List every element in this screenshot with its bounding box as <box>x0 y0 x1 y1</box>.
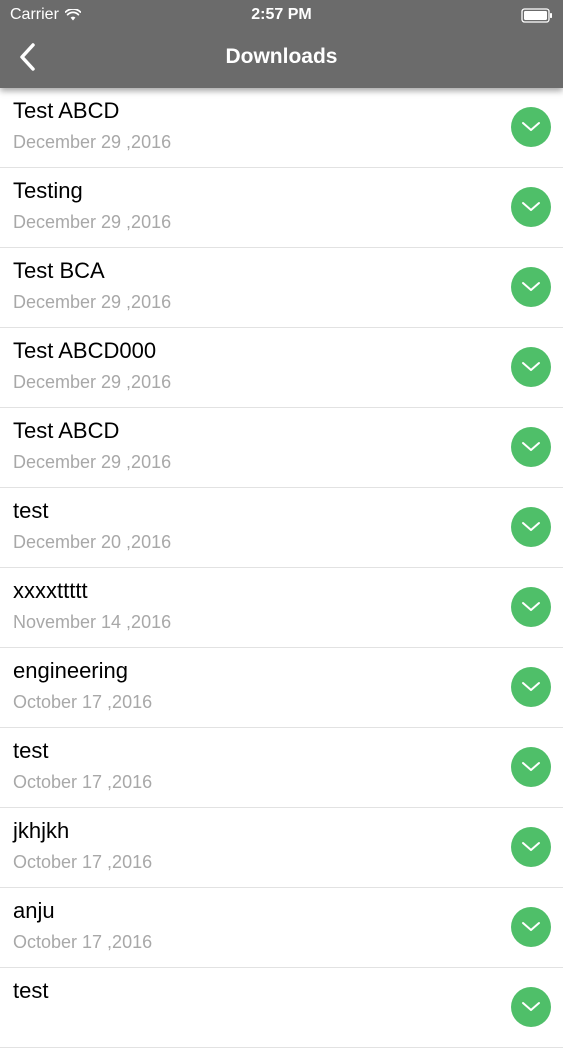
chevron-down-icon <box>520 200 542 214</box>
item-title: test <box>13 498 49 523</box>
status-check-button[interactable] <box>511 667 551 707</box>
chevron-down-icon <box>520 920 542 934</box>
navigation-header: Carrier 2:57 PM Downloads <box>0 0 563 88</box>
item-date: November 14 ,2016 <box>13 612 172 632</box>
chevron-down-icon <box>520 680 542 694</box>
list-item[interactable]: Testing December 29 ,2016 <box>0 168 563 248</box>
item-date: October 17 ,2016 <box>13 692 153 712</box>
status-check-button[interactable] <box>511 907 551 947</box>
chevron-down-icon <box>520 760 542 774</box>
chevron-down-icon <box>520 120 542 134</box>
chevron-down-icon <box>520 1000 542 1014</box>
list-item[interactable]: Test ABCD December 29 ,2016 <box>0 408 563 488</box>
status-check-button[interactable] <box>511 107 551 147</box>
status-bar: Carrier 2:57 PM <box>0 0 563 30</box>
item-title: engineering <box>13 658 128 683</box>
list-item[interactable]: Test ABCD December 29 ,2016 <box>0 88 563 168</box>
item-title: xxxxttttt <box>13 578 88 603</box>
list-item[interactable]: engineering October 17 ,2016 <box>0 648 563 728</box>
item-title: Test ABCD000 <box>13 338 157 363</box>
list-item[interactable]: Test ABCD000 December 29 ,2016 <box>0 328 563 408</box>
item-date: December 29 ,2016 <box>13 292 172 312</box>
status-check-button[interactable] <box>511 187 551 227</box>
item-date: October 17 ,2016 <box>13 852 153 872</box>
status-check-button[interactable] <box>511 427 551 467</box>
item-date: December 29 ,2016 <box>13 132 172 152</box>
battery-icon <box>521 8 553 23</box>
item-title: Test ABCD <box>13 98 120 123</box>
downloads-list: Test ABCD December 29 ,2016 Testing Dece… <box>0 88 563 1048</box>
list-item[interactable]: xxxxttttt November 14 ,2016 <box>0 568 563 648</box>
item-date: December 29 ,2016 <box>13 372 172 392</box>
status-check-button[interactable] <box>511 747 551 787</box>
item-title: Test ABCD <box>13 418 120 443</box>
status-check-button[interactable] <box>511 507 551 547</box>
item-title: test <box>13 738 49 763</box>
status-check-button[interactable] <box>511 347 551 387</box>
item-title: Testing <box>13 178 83 203</box>
chevron-down-icon <box>520 840 542 854</box>
status-time: 2:57 PM <box>251 6 312 23</box>
item-date: December 29 ,2016 <box>13 212 172 232</box>
chevron-down-icon <box>520 440 542 454</box>
list-item[interactable]: test <box>0 968 563 1048</box>
list-item[interactable]: test December 20 ,2016 <box>0 488 563 568</box>
page-title: Downloads <box>225 45 338 68</box>
list-item[interactable]: jkhjkh October 17 ,2016 <box>0 808 563 888</box>
status-check-button[interactable] <box>511 587 551 627</box>
item-date: October 17 ,2016 <box>13 932 153 952</box>
chevron-down-icon <box>520 600 542 614</box>
item-date: October 17 ,2016 <box>13 772 153 792</box>
item-title: jkhjkh <box>13 818 70 843</box>
item-title: Test BCA <box>13 258 105 283</box>
chevron-down-icon <box>520 360 542 374</box>
item-title: anju <box>13 898 55 923</box>
chevron-down-icon <box>520 520 542 534</box>
chevron-down-icon <box>520 280 542 294</box>
status-check-button[interactable] <box>511 987 551 1027</box>
status-check-button[interactable] <box>511 267 551 307</box>
list-item[interactable]: anju October 17 ,2016 <box>0 888 563 968</box>
status-check-button[interactable] <box>511 827 551 867</box>
list-item[interactable]: Test BCA December 29 ,2016 <box>0 248 563 328</box>
item-title: test <box>13 978 49 1003</box>
list-item[interactable]: test October 17 ,2016 <box>0 728 563 808</box>
item-date: December 20 ,2016 <box>13 532 172 552</box>
item-date: December 29 ,2016 <box>13 452 172 472</box>
nav-bar: Downloads <box>0 30 563 88</box>
